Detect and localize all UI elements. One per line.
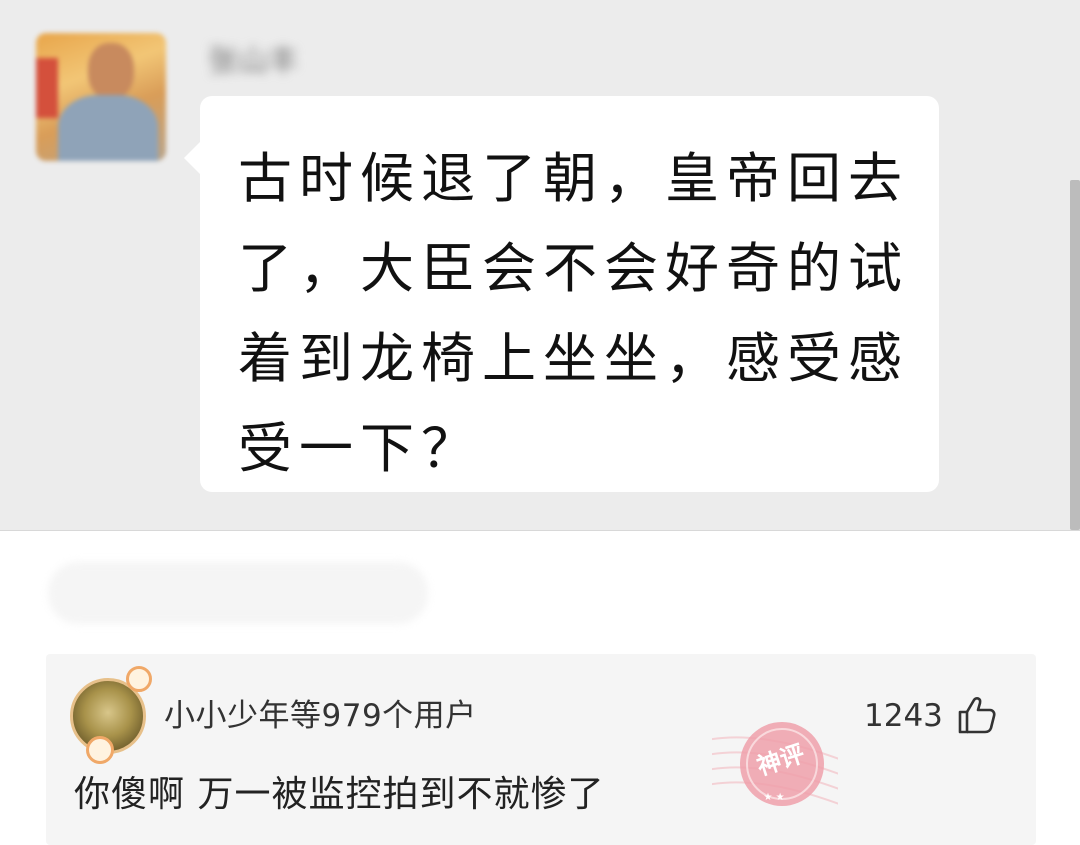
svg-text:★ ★: ★ ★	[763, 792, 784, 803]
blurred-placeholder	[48, 562, 428, 624]
bubble-decoration	[86, 736, 114, 764]
chat-screenshot: 张山丰 古时候退了朝，皇帝回去了，大臣会不会好奇的试着到龙椅上坐坐，感受感受一下…	[0, 0, 1080, 531]
thumbs-up-icon[interactable]	[956, 694, 998, 736]
top-comment-card[interactable]: 小小少年等979个用户 神评 ★ ★ 1243 你傻啊 万一被监控拍到不就惨了	[46, 654, 1036, 845]
scrollbar[interactable]	[1070, 180, 1080, 530]
message-bubble: 古时候退了朝，皇帝回去了，大臣会不会好奇的试着到龙椅上坐坐，感受感受一下？	[184, 96, 939, 492]
like-count: 1243	[864, 698, 943, 734]
message-text: 古时候退了朝，皇帝回去了，大臣会不会好奇的试着到龙椅上坐坐，感受感受一下？	[238, 147, 909, 480]
shenping-stamp-icon: 神评 ★ ★	[712, 722, 838, 806]
bubble-decoration	[126, 666, 152, 692]
sender-avatar[interactable]	[36, 33, 166, 161]
sender-name: 张山丰	[208, 44, 298, 79]
commenter-names[interactable]: 小小少年等979个用户	[164, 696, 477, 736]
comment-text: 你傻啊 万一被监控拍到不就惨了	[74, 774, 605, 815]
